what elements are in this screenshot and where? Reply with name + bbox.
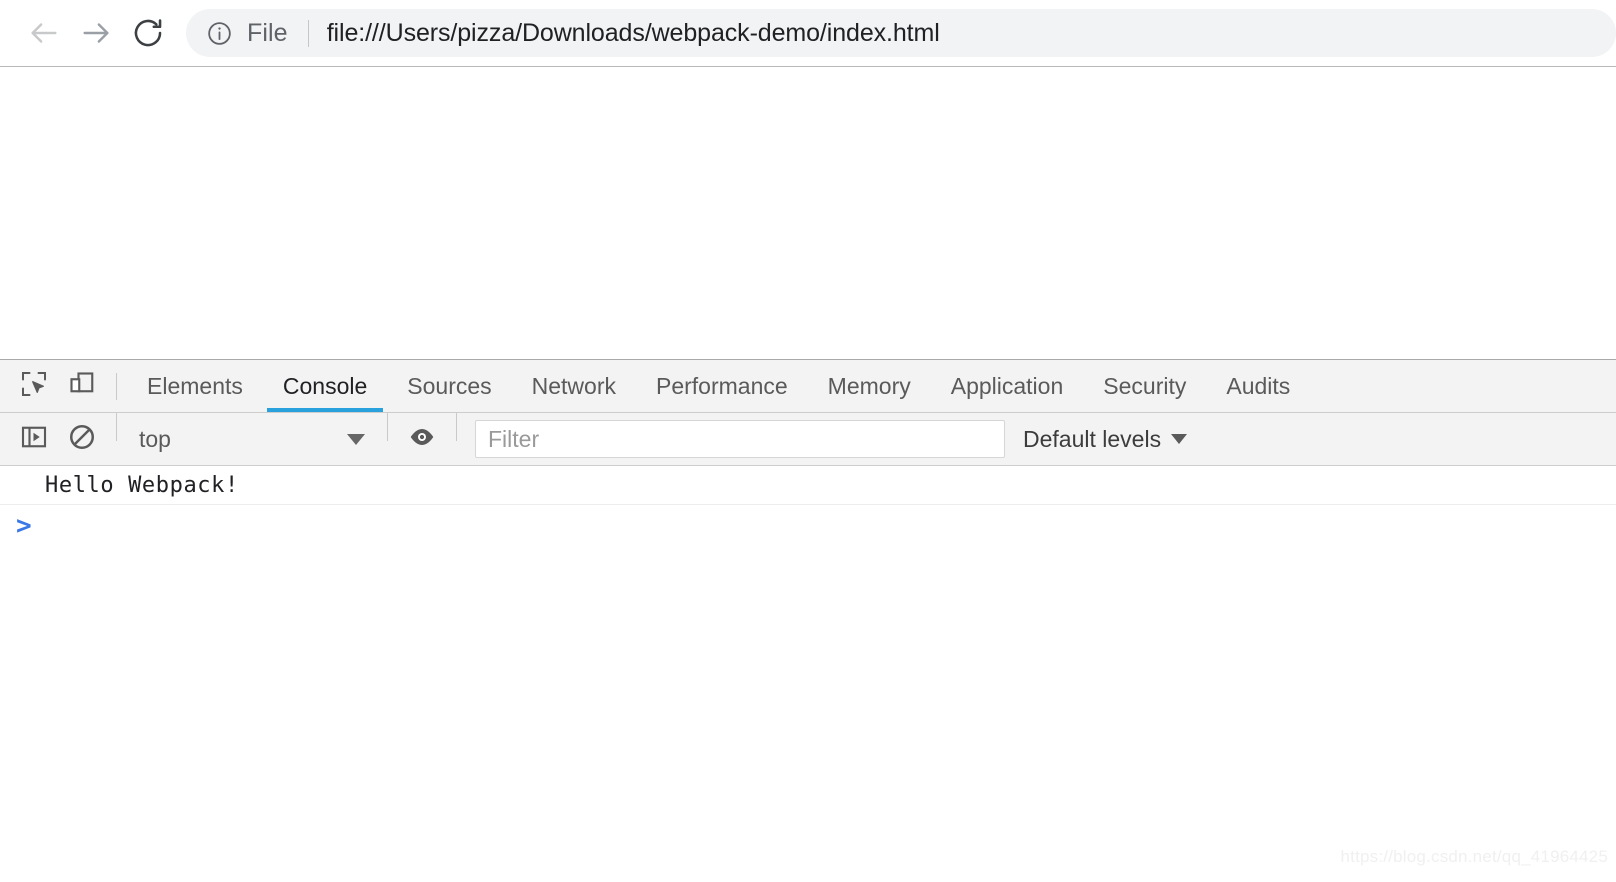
console-input-prompt[interactable]: > xyxy=(0,505,1616,547)
console-sidebar-toggle-button[interactable] xyxy=(10,422,58,457)
execution-context-label: top xyxy=(139,425,171,452)
inspect-element-icon xyxy=(19,369,49,404)
devtools-tool-icons xyxy=(0,360,127,412)
log-levels-selector[interactable]: Default levels xyxy=(1023,425,1188,453)
watermark: https://blog.csdn.net/qq_41964425 xyxy=(1340,847,1608,866)
devtools-tabbar: Elements Console Sources Network Perform… xyxy=(0,360,1616,413)
live-expression-eye-icon xyxy=(407,422,437,457)
console-output[interactable]: Hello Webpack! > https://blog.csdn.net/q… xyxy=(0,466,1616,881)
tab-application[interactable]: Application xyxy=(931,360,1084,412)
chevron-down-icon xyxy=(347,433,365,445)
tab-label: Network xyxy=(531,372,616,399)
url-scheme-label: File xyxy=(247,18,288,47)
tab-label: Sources xyxy=(407,372,492,399)
tab-performance[interactable]: Performance xyxy=(636,360,808,412)
log-levels-label: Default levels xyxy=(1023,425,1162,452)
console-filter-input[interactable]: Filter xyxy=(475,420,1005,458)
clear-console-button[interactable] xyxy=(58,422,106,457)
console-sidebar-toggle-icon xyxy=(19,422,49,457)
tab-console[interactable]: Console xyxy=(263,360,387,412)
inspect-element-button[interactable] xyxy=(10,360,58,412)
back-arrow-icon xyxy=(27,16,61,50)
forward-button[interactable] xyxy=(70,7,122,59)
prompt-chevron-icon: > xyxy=(16,511,32,541)
console-toolbar-divider xyxy=(116,413,117,441)
chevron-down-icon xyxy=(1171,434,1188,444)
info-circle-icon[interactable] xyxy=(206,20,233,47)
back-button[interactable] xyxy=(18,7,70,59)
reload-button[interactable] xyxy=(122,7,174,59)
console-toolbar: top Filter Default levels xyxy=(0,413,1616,466)
tab-label: Performance xyxy=(656,372,788,399)
tab-label: Audits xyxy=(1226,372,1291,399)
address-bar[interactable]: File file:///Users/pizza/Downloads/webpa… xyxy=(186,9,1616,57)
tab-label: Application xyxy=(950,372,1064,399)
tab-security[interactable]: Security xyxy=(1083,360,1206,412)
toolbar-divider xyxy=(116,373,117,400)
tab-sources[interactable]: Sources xyxy=(387,360,511,412)
console-message-text: Hello Webpack! xyxy=(45,472,239,498)
url-text[interactable]: file:///Users/pizza/Downloads/webpack-de… xyxy=(327,19,940,48)
page-viewport xyxy=(0,67,1616,360)
tab-network[interactable]: Network xyxy=(512,360,636,412)
devtools-tab-list: Elements Console Sources Network Perform… xyxy=(127,360,1310,412)
tab-audits[interactable]: Audits xyxy=(1206,360,1310,412)
browser-toolbar: File file:///Users/pizza/Downloads/webpa… xyxy=(0,0,1616,67)
console-toolbar-divider-2 xyxy=(387,413,388,441)
tab-label: Security xyxy=(1103,372,1187,399)
tab-label: Elements xyxy=(147,372,243,399)
live-expression-button[interactable] xyxy=(398,422,446,457)
device-toolbar-icon xyxy=(67,369,97,404)
clear-console-icon xyxy=(67,422,97,457)
device-toolbar-button[interactable] xyxy=(58,360,106,412)
console-toolbar-divider-3 xyxy=(456,413,457,441)
omnibox-divider xyxy=(307,19,309,47)
tab-label: Console xyxy=(282,372,368,399)
tab-label: Memory xyxy=(827,372,911,399)
devtools-panel: Elements Console Sources Network Perform… xyxy=(0,360,1616,881)
forward-arrow-icon xyxy=(79,16,113,50)
tab-elements[interactable]: Elements xyxy=(127,360,263,412)
console-message-row: Hello Webpack! xyxy=(0,466,1616,505)
console-filter-placeholder: Filter xyxy=(488,425,540,452)
tab-memory[interactable]: Memory xyxy=(808,360,931,412)
execution-context-selector[interactable]: top xyxy=(127,426,377,453)
reload-icon xyxy=(131,16,165,50)
